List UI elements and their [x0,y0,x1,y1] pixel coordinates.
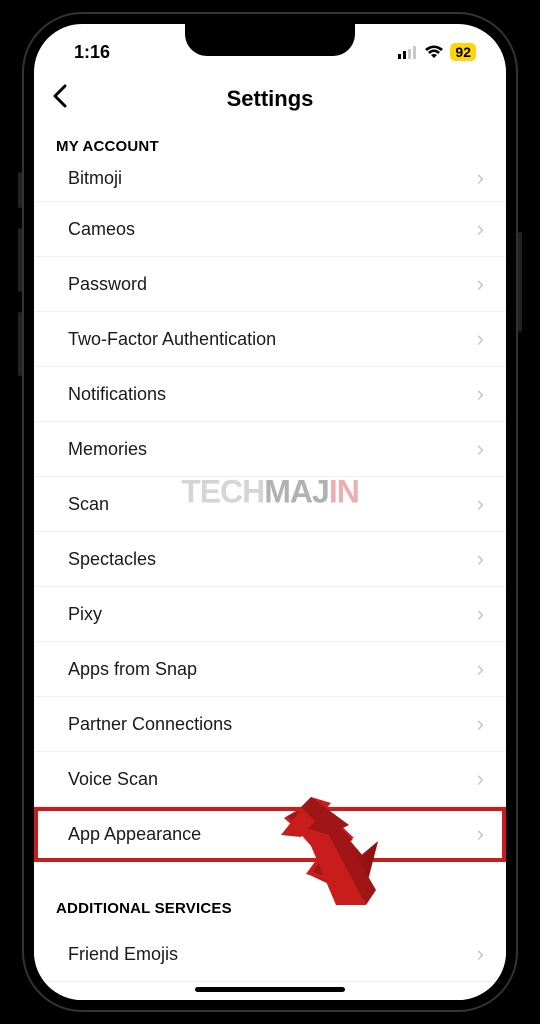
list-item-spectacles[interactable]: Spectacles › [34,532,506,587]
chevron-right-icon: › [477,271,484,297]
home-indicator[interactable] [195,987,345,992]
page-title: Settings [52,86,488,112]
page-header: Settings [34,72,506,130]
list-item-pixy[interactable]: Pixy › [34,587,506,642]
list-item-label: Voice Scan [68,769,158,790]
chevron-right-icon: › [477,326,484,352]
battery-indicator: 92 [450,43,476,61]
side-button-right [518,232,522,332]
status-indicators: 92 [398,43,476,61]
list-item-label: Apps from Snap [68,659,197,680]
list-item-label: Cameos [68,219,135,240]
list-item-label: Bitmoji [68,168,122,189]
section-gap [34,862,506,892]
list-item-notifications[interactable]: Notifications › [34,367,506,422]
list-item-label: Scan [68,494,109,515]
my-account-list: Bitmoji › Cameos › Password › Two-Factor… [34,165,506,862]
chevron-right-icon: › [477,941,484,967]
phone-screen: 1:16 92 Settings MY ACCOUNT [34,24,506,1000]
status-time: 1:16 [74,42,110,63]
phone-frame: 1:16 92 Settings MY ACCOUNT [22,12,518,1012]
list-item-memories[interactable]: Memories › [34,422,506,477]
list-item-apps-from-snap[interactable]: Apps from Snap › [34,642,506,697]
chevron-right-icon: › [477,766,484,792]
list-item-label: Partner Connections [68,714,232,735]
list-item-friend-emojis[interactable]: Friend Emojis › [34,927,506,982]
back-button[interactable] [52,83,68,115]
chevron-right-icon: › [477,216,484,242]
section-header-my-account: MY ACCOUNT [34,130,506,165]
list-item-label: Password [68,274,147,295]
phone-notch [185,24,355,56]
section-header-additional-services: ADDITIONAL SERVICES [34,892,506,927]
list-item-app-appearance[interactable]: App Appearance › [34,807,506,862]
list-item-scan[interactable]: Scan › [34,477,506,532]
chevron-right-icon: › [477,996,484,1000]
list-item-label: Memories [68,439,147,460]
list-item-partner-connections[interactable]: Partner Connections › [34,697,506,752]
chevron-right-icon: › [477,436,484,462]
signal-icon [398,46,418,59]
chevron-right-icon: › [477,821,484,847]
chevron-right-icon: › [477,601,484,627]
chevron-right-icon: › [477,711,484,737]
list-item-two-factor[interactable]: Two-Factor Authentication › [34,312,506,367]
list-item-label: Emoji Skin Tone [68,999,197,1001]
chevron-right-icon: › [477,491,484,517]
list-item-label: App Appearance [68,824,201,845]
chevron-right-icon: › [477,656,484,682]
chevron-right-icon: › [477,546,484,572]
list-item-voice-scan[interactable]: Voice Scan › [34,752,506,807]
wifi-icon [424,45,444,59]
list-item-label: Friend Emojis [68,944,178,965]
list-item-label: Pixy [68,604,102,625]
list-item-bitmoji[interactable]: Bitmoji › [34,165,506,202]
chevron-right-icon: › [477,381,484,407]
list-item-label: Notifications [68,384,166,405]
list-item-password[interactable]: Password › [34,257,506,312]
side-buttons-left [18,172,22,396]
list-item-label: Two-Factor Authentication [68,329,276,350]
list-item-label: Spectacles [68,549,156,570]
list-item-cameos[interactable]: Cameos › [34,202,506,257]
chevron-right-icon: › [477,165,484,191]
